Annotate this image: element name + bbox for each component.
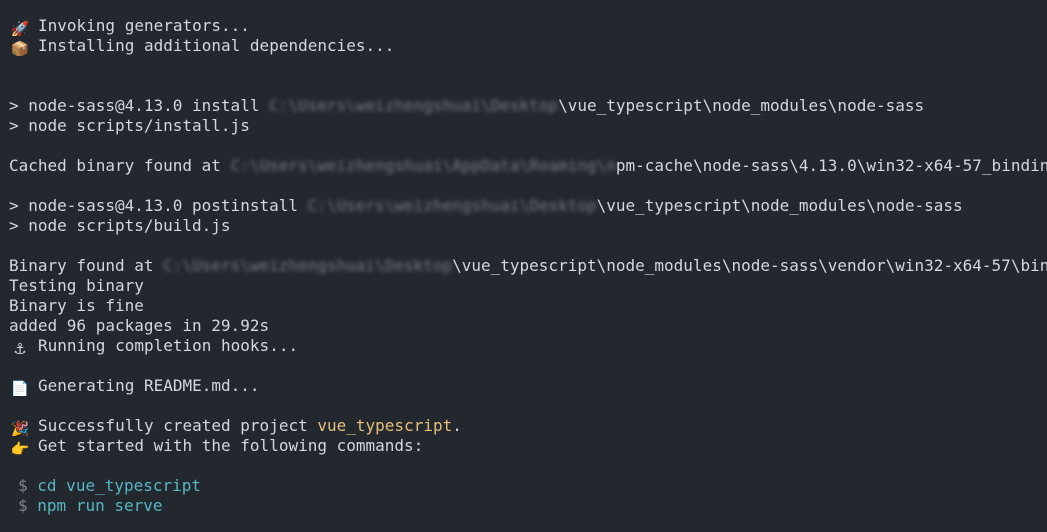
log-line-success: 🎉 Successfully created project vue_typesc… bbox=[0, 416, 1047, 436]
log-text: \vue_typescript\node_modules\node-sass bbox=[558, 96, 925, 115]
redacted-path: C:\Users\weizhengshuai\Desktop bbox=[163, 256, 453, 275]
log-line-cached-binary: Cached binary found at C:\Users\weizheng… bbox=[0, 156, 1047, 176]
log-line-sass-postinstall: > node-sass@4.13.0 postinstall C:\Users\… bbox=[0, 196, 1047, 216]
pointing-hand-icon: 👉 bbox=[10, 440, 30, 456]
log-text: pm-cache\node-sass\4.13.0\win32-x64-57_b… bbox=[615, 156, 1047, 175]
command-line-serve[interactable]: $ npm run serve bbox=[0, 496, 1047, 516]
log-text: . bbox=[452, 416, 462, 435]
log-text: Running completion hooks... bbox=[38, 336, 299, 355]
log-line-build-js: > node scripts/build.js bbox=[9, 216, 231, 235]
command-text[interactable]: npm run serve bbox=[37, 496, 162, 515]
log-line-install-js: > node scripts/install.js bbox=[9, 116, 250, 135]
command-text[interactable]: cd vue_typescript bbox=[37, 476, 201, 495]
log-text: Invoking generators... bbox=[38, 16, 250, 35]
anchor-icon: ⚓ bbox=[13, 340, 27, 356]
party-popper-icon: 🎉 bbox=[10, 420, 30, 436]
prompt-symbol: $ bbox=[18, 476, 28, 495]
log-line-binary-found: Binary found at C:\Users\weizhengshuai\D… bbox=[0, 256, 1047, 276]
command-line-cd[interactable]: $ cd vue_typescript bbox=[0, 476, 1047, 496]
redacted-path: C:\Users\weizhengshuai\Desktop bbox=[307, 196, 597, 215]
redacted-path: C:\Users\weizhengshuai\Desktop bbox=[269, 96, 559, 115]
terminal-window[interactable]: 🚀 Invoking generators... 📦 Installing addi… bbox=[0, 0, 1047, 532]
log-text: Cached binary found at bbox=[9, 156, 231, 175]
project-name: vue_typescript bbox=[317, 416, 453, 435]
rocket-icon: 🚀 bbox=[10, 20, 30, 36]
log-line-binary-fine: Binary is fine bbox=[9, 296, 144, 315]
log-line-hooks: ⚓ Running completion hooks... bbox=[0, 336, 1047, 356]
log-text: Installing additional dependencies... bbox=[38, 36, 395, 55]
package-icon: 📦 bbox=[10, 40, 30, 56]
log-line-testing: Testing binary bbox=[9, 276, 144, 295]
log-line-added: added 96 packages in 29.92s bbox=[9, 316, 270, 335]
log-line-invoking: 🚀 Invoking generators... bbox=[0, 16, 1047, 36]
log-line-get-started: 👉 Get started with the following commands… bbox=[0, 436, 1047, 456]
log-text: Get started with the following commands: bbox=[38, 436, 424, 455]
log-line-installing: 📦 Installing additional dependencies... bbox=[0, 36, 1047, 56]
log-text: > node-sass@4.13.0 postinstall bbox=[9, 196, 308, 215]
log-text: Successfully created project bbox=[38, 416, 318, 435]
log-line-readme: 📄 Generating README.md... bbox=[0, 376, 1047, 396]
prompt-symbol: $ bbox=[18, 496, 28, 515]
log-line-sass-install: > node-sass@4.13.0 install C:\Users\weiz… bbox=[0, 96, 1047, 116]
log-text: \vue_typescript\node_modules\node-sass bbox=[596, 196, 963, 215]
redacted-path: C:\Users\weizhengshuai\AppData\Roaming\n bbox=[230, 156, 616, 175]
log-text: > node-sass@4.13.0 install bbox=[9, 96, 270, 115]
log-text: Binary found at bbox=[9, 256, 164, 275]
log-text: Generating README.md... bbox=[38, 376, 260, 395]
log-text: \vue_typescript\node_modules\node-sass\v… bbox=[452, 256, 1047, 275]
page-icon: 📄 bbox=[10, 380, 30, 396]
